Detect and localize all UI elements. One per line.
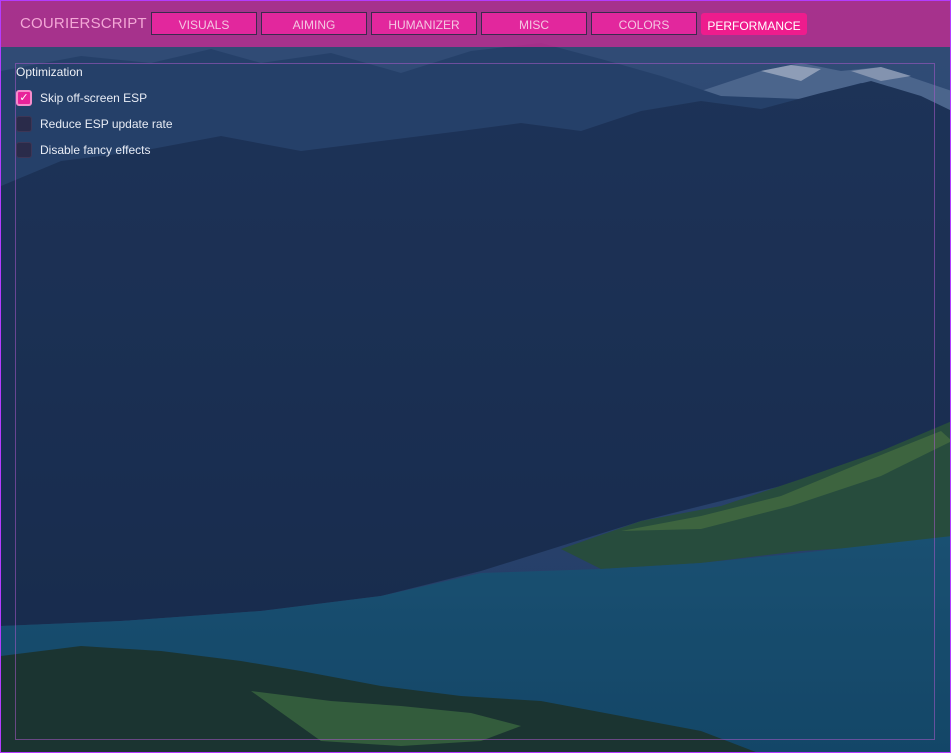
check-icon: ✓: [19, 91, 29, 104]
skip-offscreen-esp-checkbox[interactable]: ✓: [16, 90, 32, 106]
tab-visuals[interactable]: VISUALS: [151, 12, 257, 35]
option-skip-offscreen-esp[interactable]: ✓ Skip off-screen ESP: [16, 89, 147, 107]
app-title: COURIERSCRIPT: [20, 15, 147, 32]
section-title-optimization: Optimization: [16, 65, 83, 79]
tab-colors[interactable]: COLORS: [591, 12, 697, 35]
header-bar: COURIERSCRIPT VISUALS AIMING HUMANIZER M…: [1, 1, 950, 47]
tab-aiming[interactable]: AIMING: [261, 12, 367, 35]
content-frame: [15, 63, 935, 740]
tab-humanizer[interactable]: HUMANIZER: [371, 12, 477, 35]
disable-fancy-effects-checkbox[interactable]: [16, 142, 32, 158]
option-label: Disable fancy effects: [40, 143, 151, 157]
option-label: Reduce ESP update rate: [40, 117, 173, 131]
tab-misc[interactable]: MISC: [481, 12, 587, 35]
option-reduce-esp-update-rate[interactable]: Reduce ESP update rate: [16, 115, 173, 133]
tab-performance[interactable]: PERFORMANCE: [701, 13, 807, 35]
option-label: Skip off-screen ESP: [40, 91, 148, 105]
app-window: COURIERSCRIPT VISUALS AIMING HUMANIZER M…: [0, 0, 951, 753]
reduce-esp-update-rate-checkbox[interactable]: [16, 116, 32, 132]
option-disable-fancy-effects[interactable]: Disable fancy effects: [16, 141, 151, 159]
